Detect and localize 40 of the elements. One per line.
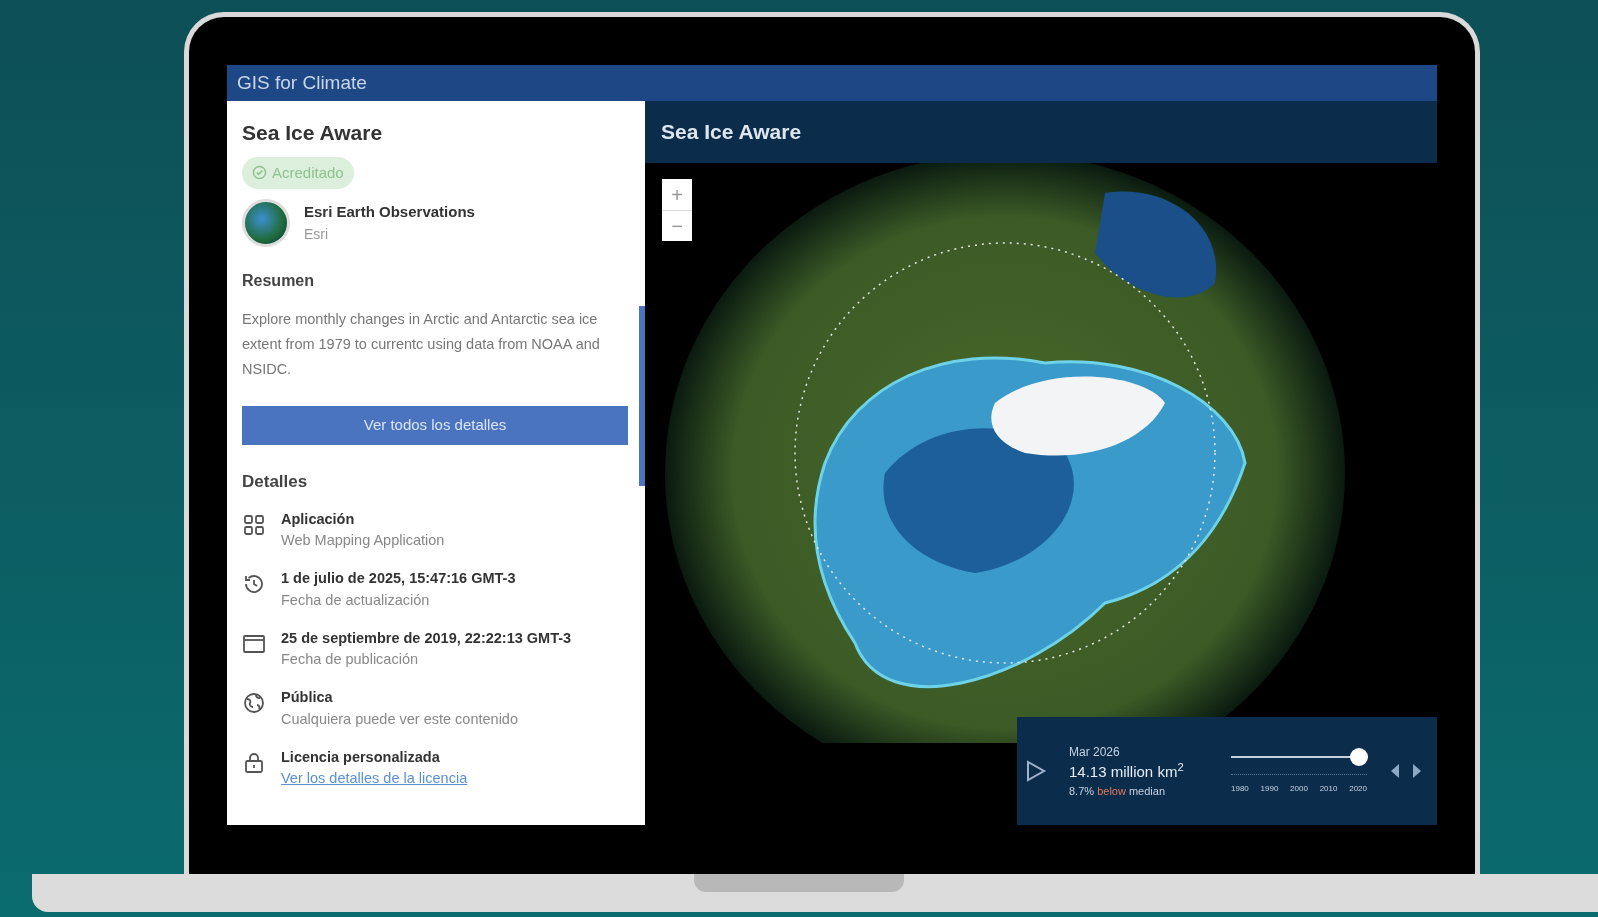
extent-value: 14.13 million km$^{2}$ bbox=[1069, 760, 1185, 782]
license-link[interactable]: Ver los detalles de la licencia bbox=[281, 768, 468, 790]
time-slider[interactable] bbox=[1231, 747, 1367, 766]
next-icon[interactable] bbox=[1411, 763, 1423, 779]
scrollbar-thumb[interactable] bbox=[639, 306, 645, 486]
zoom-out-button[interactable]: − bbox=[662, 210, 692, 241]
time-date: Mar 2026 bbox=[1069, 743, 1121, 761]
detail-title: 1 de julio de 2025, 15:47:16 GMT-3 bbox=[281, 569, 516, 588]
check-circle-icon bbox=[252, 165, 267, 181]
year-label: 2000 bbox=[1290, 782, 1308, 795]
play-icon[interactable] bbox=[1025, 759, 1047, 783]
detail-title: Licencia personalizada bbox=[281, 747, 441, 767]
detail-subtitle: Cualquiera puede ver este contenido bbox=[281, 709, 518, 729]
history-icon bbox=[242, 572, 266, 596]
detail-subtitle: Fecha de publicación bbox=[281, 650, 420, 670]
item-title: Sea Ice Aware bbox=[242, 120, 384, 146]
section-heading: Detalles bbox=[242, 471, 309, 493]
year-label: 2020 bbox=[1349, 782, 1367, 795]
year-label: 2010 bbox=[1319, 782, 1338, 795]
detail-subtitle: Fecha de actualización bbox=[281, 590, 431, 610]
map-title: Sea Ice Aware bbox=[661, 119, 802, 146]
globe-icon bbox=[242, 691, 266, 715]
detail-title: Pública bbox=[281, 688, 334, 707]
year-label: 1980 bbox=[1231, 782, 1249, 795]
details-button[interactable]: Ver todos los detalles bbox=[242, 406, 628, 445]
owner-org: Esri bbox=[304, 224, 330, 244]
year-label: 1990 bbox=[1260, 782, 1279, 795]
previous-icon[interactable] bbox=[1389, 763, 1401, 779]
summary-text: Explore monthly changes in Arctic and Antarctic sea ice extent from 1979 to currentc using data from NOAA and NSIDC. bbox=[242, 310, 601, 379]
detail-title: 25 de septiembre de 2019, 22:22:13 GMT-3 bbox=[281, 628, 572, 648]
status-badge: Acreditado bbox=[242, 156, 354, 189]
section-heading: Resumen bbox=[242, 271, 316, 291]
owner-name: Esri Earth Observations bbox=[304, 202, 475, 223]
zoom-in-button[interactable]: + bbox=[662, 179, 692, 210]
detail-subtitle: Web Mapping Application bbox=[281, 531, 445, 551]
grid-icon bbox=[242, 512, 266, 537]
app-title: GIS for Climate bbox=[237, 70, 367, 95]
detail-title: Aplicación bbox=[281, 509, 356, 529]
median-comparison: 8.7% below median bbox=[1069, 784, 1167, 799]
lock-icon bbox=[242, 750, 266, 775]
